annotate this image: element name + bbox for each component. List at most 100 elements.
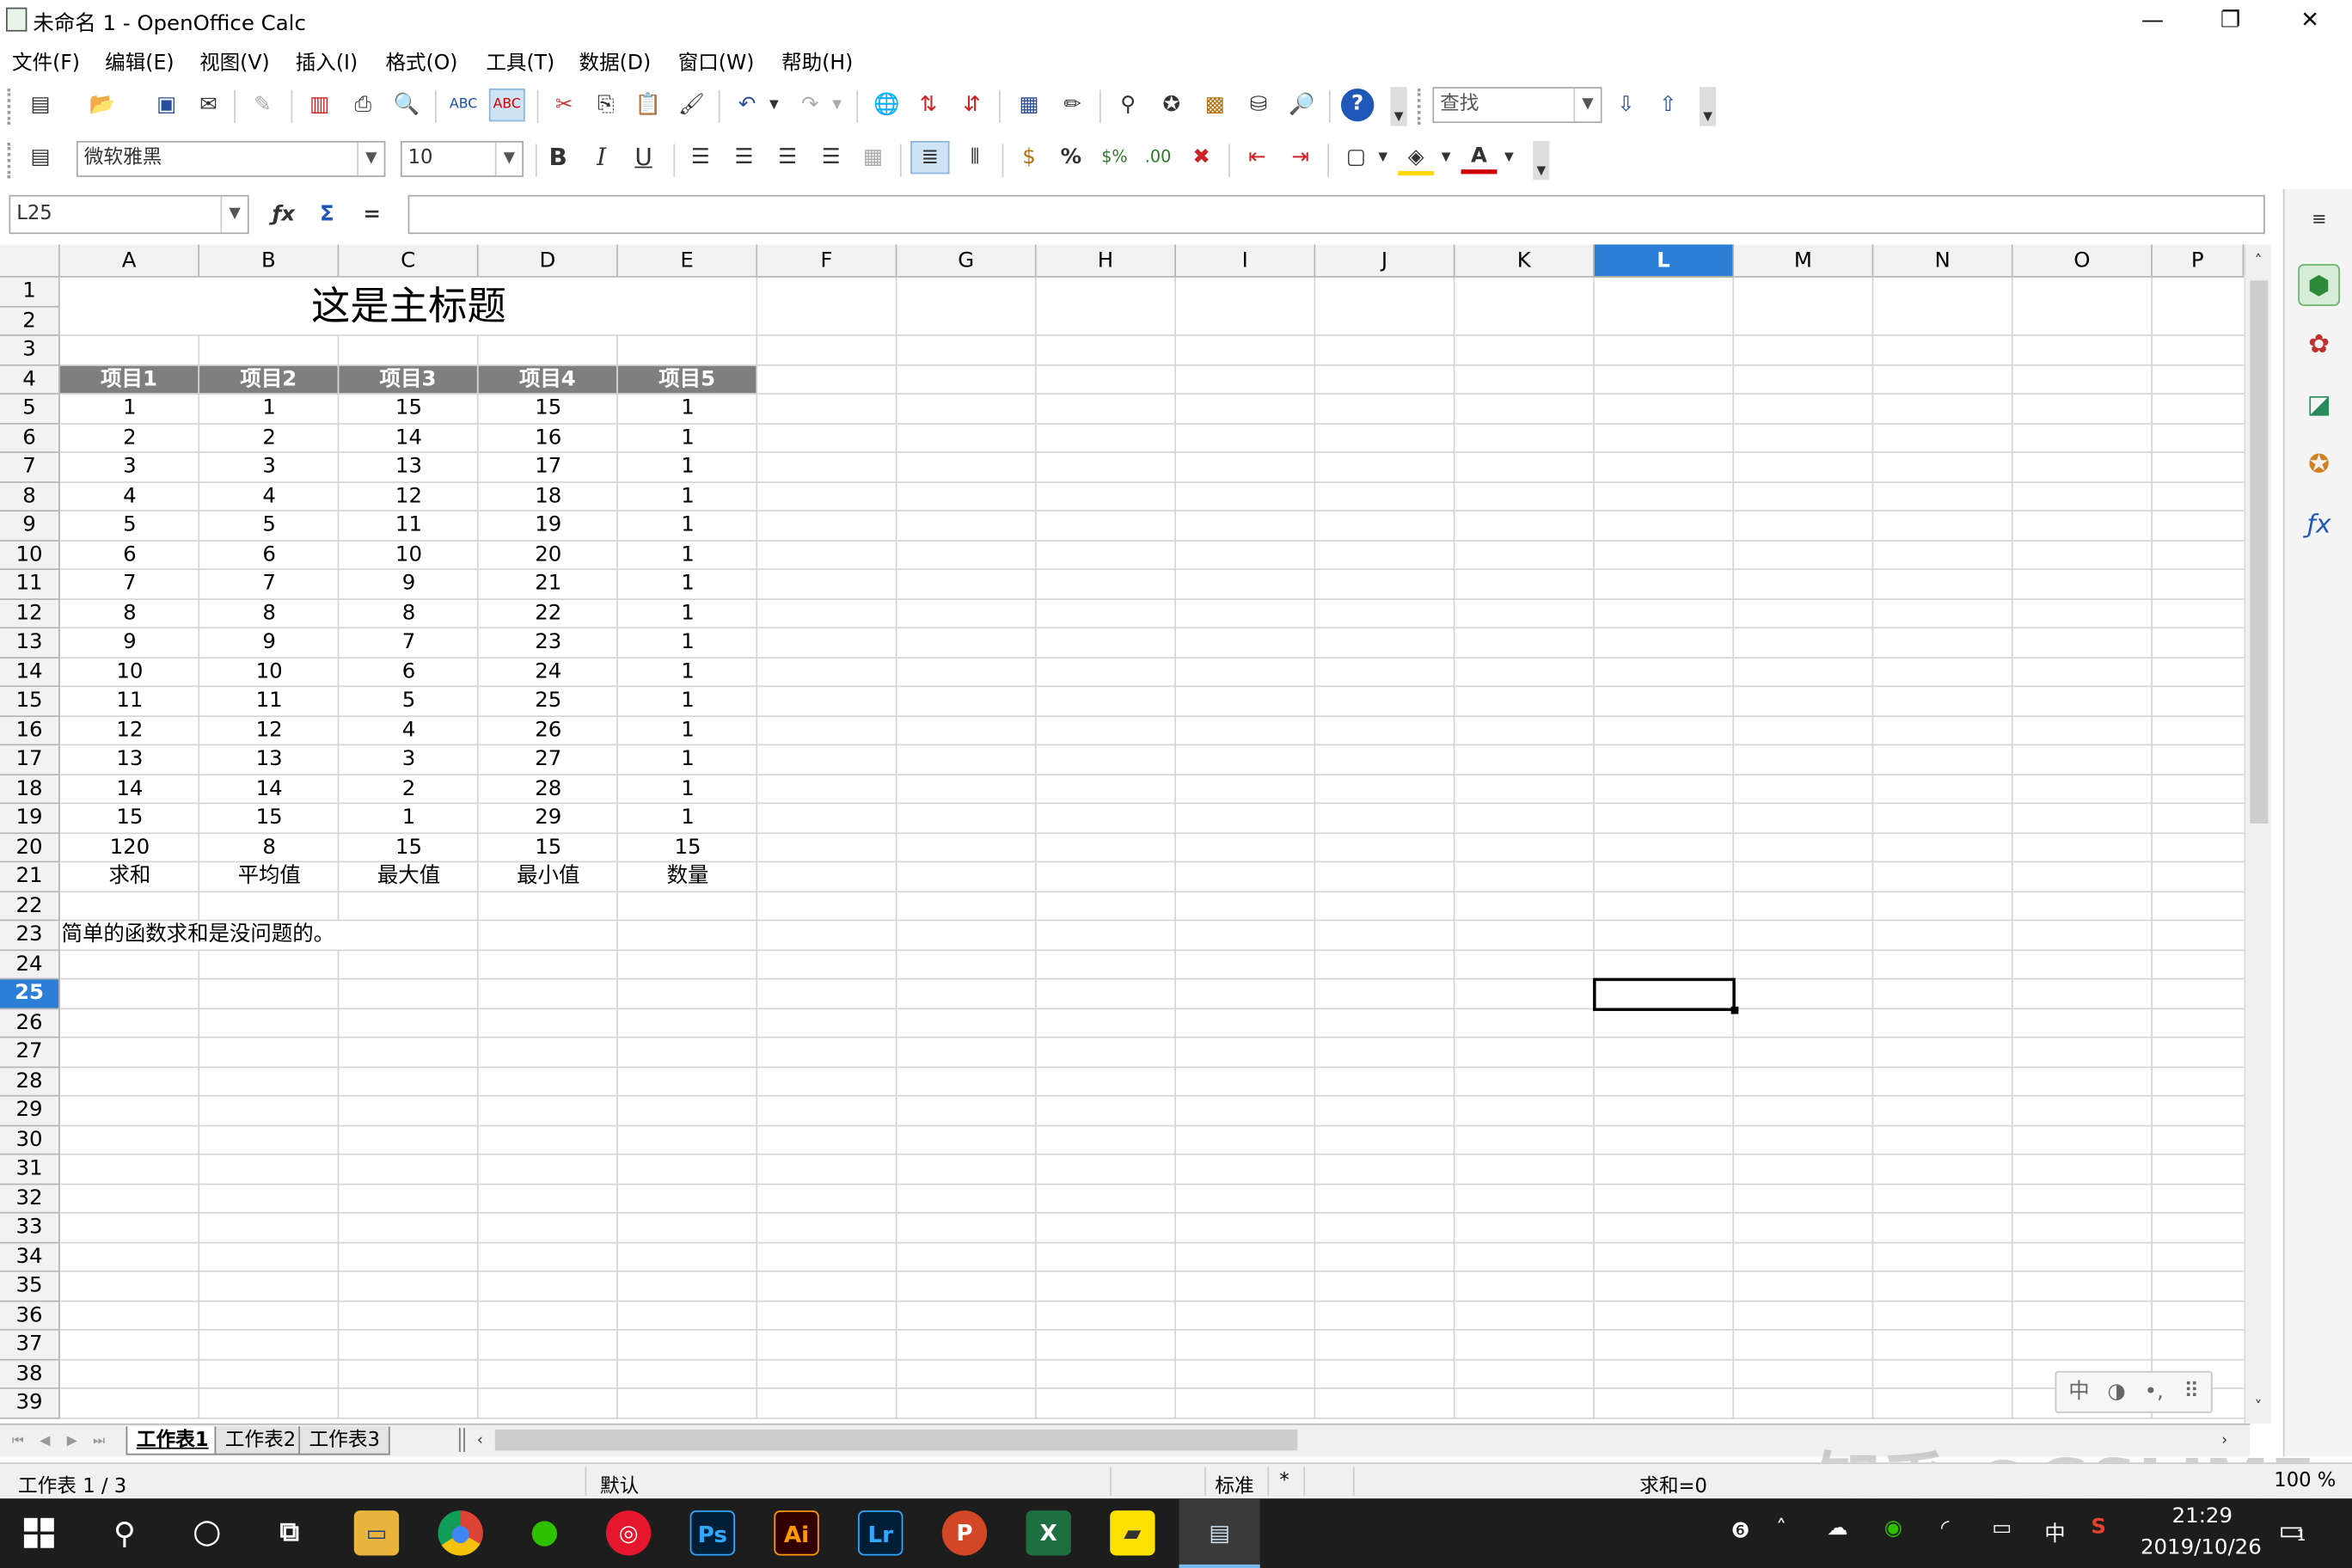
- background-color-icon[interactable]: ◈: [1398, 143, 1435, 176]
- column-header[interactable]: N: [1873, 244, 2013, 278]
- vertical-scrollbar[interactable]: ˄ ˅: [2244, 244, 2271, 1426]
- taskbar-app-lightroom[interactable]: Lr: [858, 1510, 903, 1556]
- scroll-down-icon[interactable]: ˅: [2245, 1393, 2271, 1426]
- row-header[interactable]: 8: [0, 481, 60, 512]
- find-previous-icon[interactable]: ⇧: [1651, 90, 1684, 123]
- weibo-icon[interactable]: ◎: [605, 1510, 652, 1556]
- row-header[interactable]: 37: [0, 1330, 60, 1360]
- spreadsheet-grid[interactable]: A B C D E F G H I J K L M N O P 1 2 3 4 5 6 7 8 9 10 11 12 13 14 15 16 1…: [0, 244, 2293, 1423]
- search-icon[interactable]: ⚲: [102, 1510, 147, 1555]
- gallery-icon[interactable]: ▩: [1198, 90, 1231, 123]
- status-sum[interactable]: 求和=0: [1639, 1470, 1707, 1498]
- row-header[interactable]: 7: [0, 452, 60, 482]
- table-cell[interactable]: 28: [479, 775, 618, 804]
- menu-view[interactable]: 视图(V): [199, 45, 270, 75]
- tab-scroll-splitter[interactable]: [458, 1428, 465, 1453]
- table-cell[interactable]: 12: [339, 482, 478, 511]
- column-header[interactable]: A: [59, 244, 200, 278]
- first-sheet-icon[interactable]: ⏮: [6, 1426, 30, 1459]
- selected-cell-cursor[interactable]: [1593, 977, 1736, 1011]
- clock-date[interactable]: 2019/10/26: [2141, 1536, 2262, 1560]
- column-header[interactable]: H: [1036, 244, 1177, 278]
- row-header[interactable]: 4: [0, 364, 60, 395]
- table-header-cell[interactable]: 项目2: [199, 364, 338, 394]
- redo-icon[interactable]: ↷: [793, 90, 826, 123]
- table-cell[interactable]: 3: [60, 453, 199, 482]
- table-cell[interactable]: 11: [60, 687, 199, 716]
- row-header[interactable]: 6: [0, 423, 60, 453]
- tray-app-icon[interactable]: ❻: [1731, 1520, 1750, 1544]
- menu-insert[interactable]: 插入(I): [296, 45, 358, 75]
- row-header[interactable]: 19: [0, 804, 60, 834]
- new-document-icon[interactable]: ▤: [24, 90, 57, 123]
- table-cell[interactable]: 8: [339, 599, 478, 628]
- ime-punct-icon[interactable]: •,: [2137, 1377, 2170, 1410]
- table-cell[interactable]: 4: [339, 716, 478, 745]
- table-header-cell[interactable]: 项目1: [59, 364, 199, 394]
- italic-button[interactable]: I: [586, 143, 616, 175]
- column-header[interactable]: J: [1315, 244, 1455, 278]
- total-label-cell[interactable]: 求和: [60, 862, 199, 891]
- total-label-cell[interactable]: 平均值: [199, 862, 339, 891]
- file-explorer-icon[interactable]: ▭: [353, 1510, 400, 1556]
- row-header[interactable]: 13: [0, 628, 60, 658]
- chevron-down-icon[interactable]: ▼: [1573, 88, 1600, 122]
- fill-handle[interactable]: [1730, 1005, 1739, 1014]
- column-header[interactable]: F: [757, 244, 897, 278]
- table-cell[interactable]: 14: [199, 775, 339, 804]
- taskbar-app-photoshop[interactable]: Ps: [689, 1510, 736, 1556]
- table-cell[interactable]: 21: [479, 570, 618, 599]
- gallery-sidebar-icon[interactable]: ◪: [2298, 384, 2340, 426]
- row-header[interactable]: 25: [0, 979, 60, 1009]
- redo-dropdown-icon[interactable]: ▼: [830, 90, 844, 123]
- row-header[interactable]: 12: [0, 599, 60, 629]
- row-header[interactable]: 23: [0, 921, 60, 951]
- total-cell[interactable]: 15: [618, 833, 757, 862]
- styles-formatting-icon[interactable]: ✿: [2298, 324, 2340, 366]
- scroll-up-icon[interactable]: ˄: [2245, 248, 2271, 280]
- row-header[interactable]: 17: [0, 745, 60, 775]
- merge-cells-icon[interactable]: ▦: [856, 143, 889, 175]
- row-header[interactable]: 27: [0, 1038, 60, 1068]
- table-cell[interactable]: 2: [60, 424, 199, 453]
- ime-indicator[interactable]: 中: [2044, 1518, 2065, 1548]
- underline-button[interactable]: U: [628, 143, 658, 175]
- row-header[interactable]: 24: [0, 950, 60, 980]
- row-header[interactable]: 22: [0, 891, 60, 922]
- function-button[interactable]: =: [356, 199, 389, 232]
- font-color-dropdown-icon[interactable]: ▼: [1502, 143, 1516, 175]
- sticky-notes-icon[interactable]: ▰: [1110, 1510, 1155, 1556]
- table-cell[interactable]: 14: [60, 775, 199, 804]
- sheet-tab-2[interactable]: 工作表2: [214, 1426, 307, 1455]
- table-cell[interactable]: 1: [339, 804, 478, 833]
- column-header[interactable]: G: [897, 244, 1037, 278]
- row-header[interactable]: 11: [0, 570, 60, 600]
- table-cell[interactable]: 1: [618, 482, 757, 511]
- table-cell[interactable]: 1: [199, 395, 339, 424]
- row-header[interactable]: 39: [0, 1388, 60, 1418]
- undo-dropdown-icon[interactable]: ▼: [767, 90, 781, 123]
- vertical-scrollbar-thumb[interactable]: [2250, 280, 2269, 824]
- start-windows-icon[interactable]: [23, 1517, 54, 1548]
- table-cell[interactable]: 1: [618, 687, 757, 716]
- table-cell[interactable]: 11: [199, 687, 339, 716]
- note-cell[interactable]: 简单的函数求和是没问题的。: [62, 921, 335, 950]
- sum-button[interactable]: Σ: [310, 199, 343, 232]
- name-box[interactable]: L25 ▼: [9, 194, 249, 235]
- menu-help[interactable]: 帮助(H): [781, 45, 853, 75]
- taskbar-app-powerpoint[interactable]: P: [941, 1510, 988, 1556]
- table-cell[interactable]: 6: [339, 658, 478, 687]
- navigator-sidebar-icon[interactable]: ✪: [2298, 444, 2340, 486]
- table-cell[interactable]: 12: [199, 716, 339, 745]
- table-cell[interactable]: 11: [339, 511, 478, 541]
- status-page-style[interactable]: 默认: [600, 1470, 639, 1498]
- table-cell[interactable]: 9: [339, 570, 478, 599]
- onedrive-icon[interactable]: ☁: [1827, 1516, 1847, 1540]
- table-cell[interactable]: 15: [479, 395, 618, 424]
- menu-edit[interactable]: 编辑(E): [105, 45, 174, 75]
- currency-icon[interactable]: $: [1013, 143, 1045, 175]
- wrap-text-icon[interactable]: ≣: [910, 141, 950, 175]
- table-cell[interactable]: 7: [60, 570, 199, 599]
- next-sheet-icon[interactable]: ▶: [60, 1426, 84, 1459]
- table-cell[interactable]: 17: [479, 453, 618, 482]
